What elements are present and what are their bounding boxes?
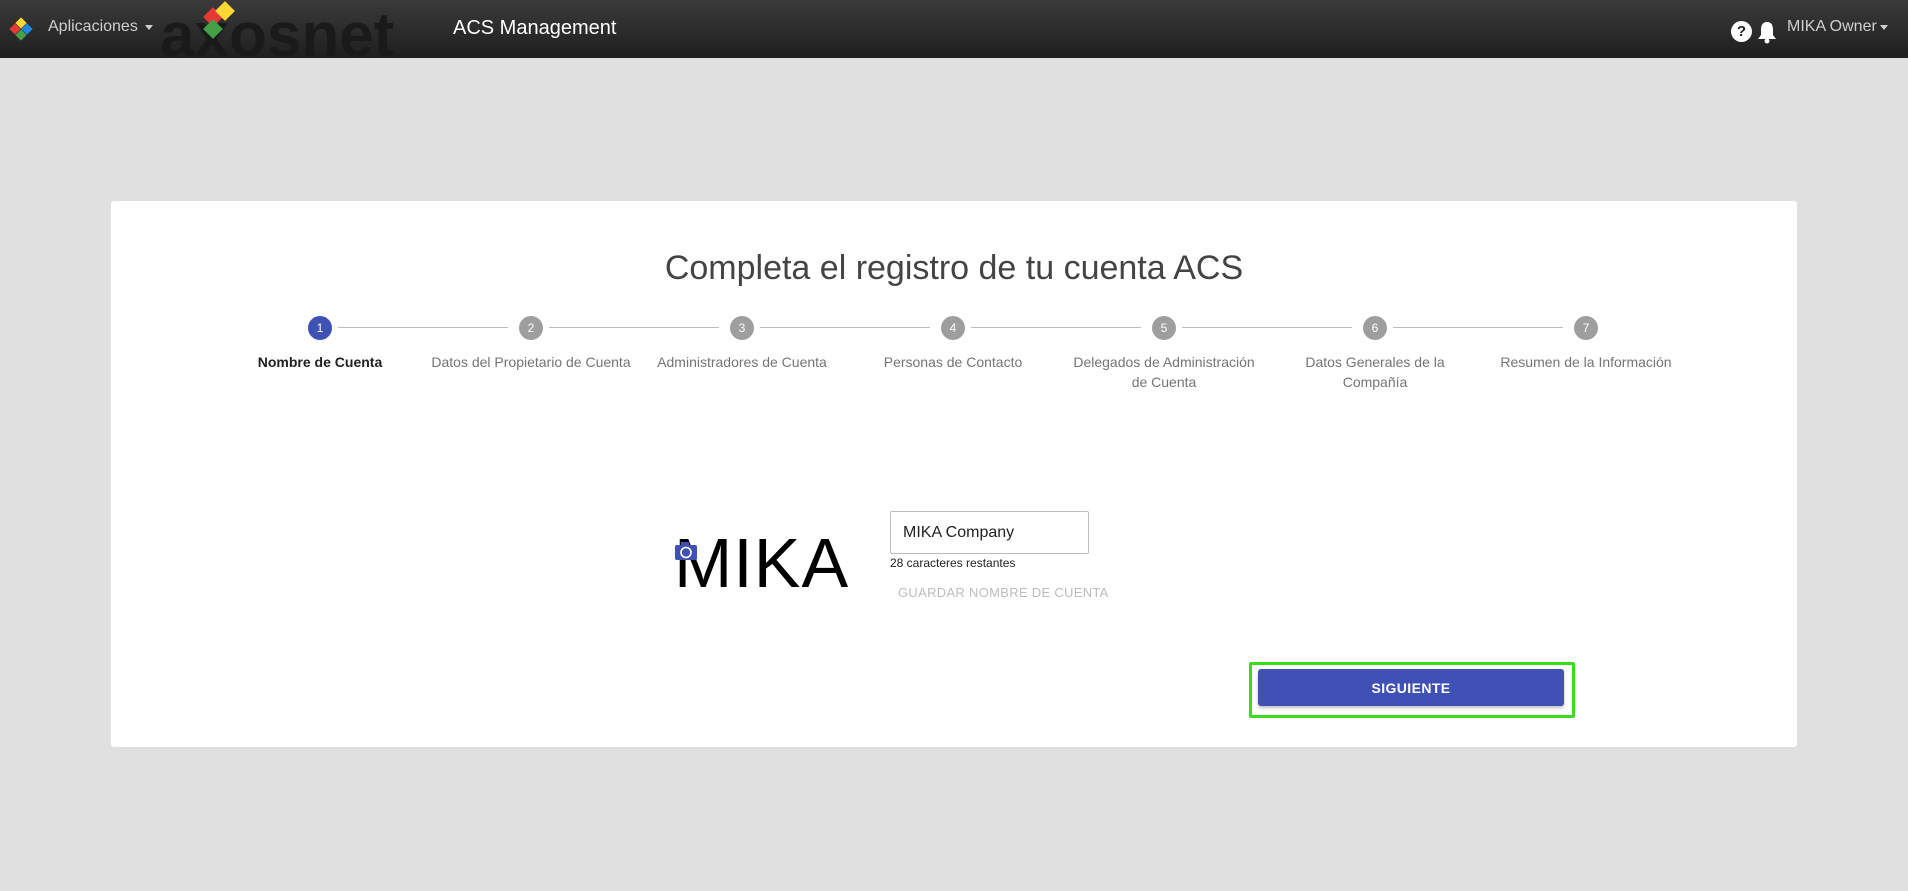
step-number: 2 <box>519 316 543 340</box>
chevron-down-icon <box>144 24 153 30</box>
step-6-company-data[interactable]: 6 Datos Generales de la Compañía <box>1275 316 1475 392</box>
step-label: Resumen de la Información <box>1500 354 1672 370</box>
applications-menu[interactable]: Aplicaciones <box>48 18 153 36</box>
step-2-owner-data[interactable]: 2 Datos del Propietario de Cuenta <box>431 316 631 372</box>
step-label: Nombre de Cuenta <box>257 354 383 370</box>
company-logo-text: MIKA <box>674 524 850 602</box>
step-4-contacts[interactable]: 4 Personas de Contacto <box>853 316 1053 372</box>
step-number: 6 <box>1363 316 1387 340</box>
brand-logo: axosnet <box>160 1 394 58</box>
company-logo[interactable]: MIKA <box>674 523 864 603</box>
registration-card: Completa el registro de tu cuenta ACS 1 … <box>111 201 1797 747</box>
app-launcher-icon[interactable] <box>8 16 34 42</box>
step-number: 1 <box>308 316 332 340</box>
step-1-account-name[interactable]: 1 Nombre de Cuenta <box>220 316 420 372</box>
next-button[interactable]: SIGUIENTE <box>1258 669 1564 706</box>
step-label: Datos Generales de la Compañía <box>1305 354 1445 390</box>
step-number: 7 <box>1574 316 1598 340</box>
step-label: Datos del Propietario de Cuenta <box>431 354 631 370</box>
bell-icon[interactable] <box>1756 20 1778 44</box>
save-account-name-button[interactable]: GUARDAR NOMBRE DE CUENTA <box>898 585 1109 600</box>
account-name-input[interactable] <box>890 511 1089 554</box>
chars-remaining-hint: 28 caracteres restantes <box>890 556 1016 570</box>
step-7-summary[interactable]: 7 Resumen de la Información <box>1486 316 1686 372</box>
step-label: Administradores de Cuenta <box>657 354 827 370</box>
help-icon[interactable]: ? <box>1731 21 1752 42</box>
step-label: Personas de Contacto <box>883 354 1023 370</box>
user-menu-label: MIKA Owner <box>1787 18 1877 35</box>
page-title: Completa el registro de tu cuenta ACS <box>664 249 1244 287</box>
registration-stepper: 1 Nombre de Cuenta 2 Datos del Propietar… <box>111 316 1797 396</box>
app-title: ACS Management <box>453 17 617 39</box>
step-5-delegates[interactable]: 5 Delegados de Administración de Cuenta <box>1064 316 1264 392</box>
brand-logo-text: axosnet <box>160 1 394 58</box>
applications-menu-label: Aplicaciones <box>48 18 138 35</box>
step-label: Delegados de Administración de Cuenta <box>1073 354 1255 390</box>
user-menu[interactable]: MIKA Owner <box>1787 18 1888 36</box>
chevron-down-icon <box>1879 24 1888 30</box>
step-number: 4 <box>941 316 965 340</box>
step-number: 3 <box>730 316 754 340</box>
step-3-account-admins[interactable]: 3 Administradores de Cuenta <box>642 316 842 372</box>
camera-icon[interactable] <box>674 541 698 561</box>
top-navbar: Aplicaciones axosnet ACS Management ? MI… <box>0 0 1908 58</box>
step-number: 5 <box>1152 316 1176 340</box>
